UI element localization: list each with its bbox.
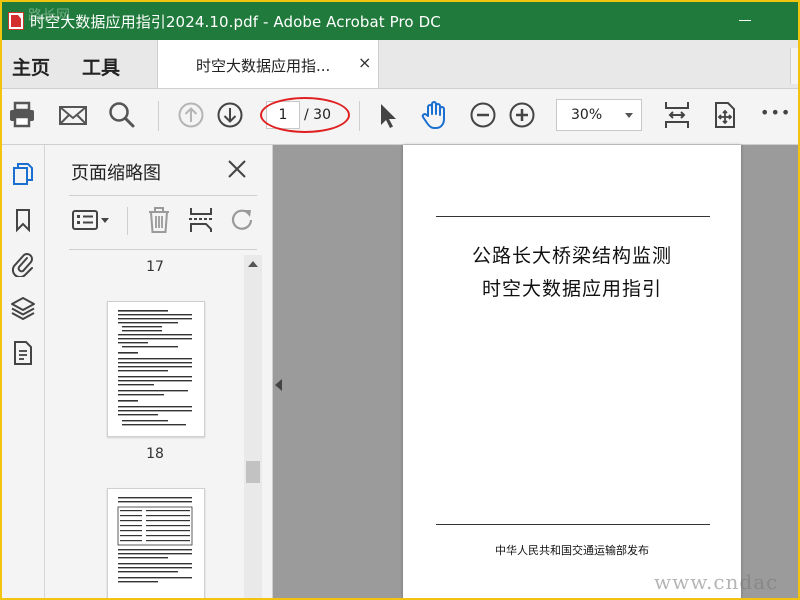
bottom-rule [436, 524, 710, 525]
nav-tools[interactable]: 工具 [82, 53, 120, 80]
scrollbar-thumb[interactable] [246, 461, 260, 483]
nav-home[interactable]: 主页 [12, 53, 50, 80]
app-window: 路长网 时空大数据应用指引2024.10.pdf - Adobe Acrobat… [2, 2, 798, 598]
thumbnail-page-17[interactable] [107, 301, 205, 437]
zoom-in-icon[interactable] [506, 99, 538, 131]
document-issuer: 中华人民共和国交通运输部发布 [495, 544, 649, 557]
bookmark-icon[interactable] [10, 207, 36, 233]
thumbnail-options-icon[interactable] [71, 205, 111, 235]
delete-icon[interactable] [144, 205, 174, 235]
tab-bar-edge [790, 48, 798, 84]
document-title-line-1: 公路长大桥梁结构监测 [471, 245, 672, 267]
panel-tool-separator [127, 207, 128, 235]
page-thumbnails-icon[interactable] [10, 161, 36, 187]
insert-page-icon[interactable] [186, 205, 216, 235]
tab-close-button[interactable]: × [358, 53, 371, 72]
hand-tool-icon[interactable] [418, 99, 450, 131]
document-title-line-2: 时空大数据应用指引 [481, 278, 662, 300]
collapse-panel-icon[interactable] [275, 379, 282, 391]
scroll-up-icon[interactable] [248, 261, 258, 267]
minimize-button[interactable] [722, 2, 768, 40]
rotate-view-icon[interactable] [709, 99, 741, 131]
email-icon[interactable] [57, 99, 89, 131]
thumbnail-label: 18 [146, 446, 164, 462]
tab-document[interactable]: 时空大数据应用指... × [157, 40, 379, 88]
thumbnail-label: 17 [146, 259, 164, 275]
page-down-icon[interactable] [214, 99, 246, 131]
toolbar-separator [359, 101, 360, 131]
panel-divider [69, 249, 257, 250]
red-annotation-ellipse [260, 97, 350, 133]
document-page: 公路长大桥梁结构监测 时空大数据应用指引 中华人民共和国交通运输部发布 [403, 145, 741, 598]
thumbnail-page-18-content [117, 497, 193, 583]
page-up-icon[interactable] [175, 99, 207, 131]
attachment-icon[interactable] [10, 251, 36, 277]
panel-title: 页面缩略图 [71, 163, 161, 184]
tab-document-label: 时空大数据应用指... [196, 57, 331, 75]
top-rule [436, 216, 710, 217]
zoom-select[interactable]: 30% [556, 99, 642, 131]
acrobat-app-icon [8, 12, 24, 30]
thumbnail-page-17-content [118, 310, 192, 426]
minimize-icon [739, 20, 751, 21]
chevron-down-icon [625, 113, 633, 118]
left-navigation-rail [2, 145, 45, 598]
more-icon[interactable]: ••• [760, 103, 791, 122]
search-icon[interactable] [106, 99, 138, 131]
panel-divider [69, 195, 257, 196]
watermark-bottom: www.cndac [654, 570, 779, 594]
fit-page-icon[interactable] [661, 99, 693, 131]
document-properties-icon[interactable] [10, 340, 36, 366]
select-cursor-icon[interactable] [372, 99, 404, 131]
zoom-value: 30% [571, 107, 603, 123]
thumbnail-scrollbar[interactable] [244, 255, 262, 598]
document-view[interactable]: 公路长大桥梁结构监测 时空大数据应用指引 中华人民共和国交通运输部发布 [273, 145, 798, 598]
thumbnail-list: 17 18 [69, 255, 241, 598]
main-toolbar: 1 / 30 30% ••• [2, 89, 798, 145]
page-thumbnails-panel: 页面缩略图 17 18 [45, 145, 273, 598]
layers-icon[interactable] [10, 295, 36, 321]
thumbnail-page-18[interactable] [107, 488, 205, 598]
print-icon[interactable] [6, 99, 38, 131]
zoom-out-icon[interactable] [467, 99, 499, 131]
title-bar: 路长网 时空大数据应用指引2024.10.pdf - Adobe Acrobat… [2, 2, 798, 40]
rotate-page-icon[interactable] [227, 205, 257, 235]
close-icon[interactable] [225, 157, 249, 181]
tab-bar: 主页 工具 时空大数据应用指... × [2, 40, 798, 89]
toolbar-separator [158, 101, 159, 131]
window-title: 时空大数据应用指引2024.10.pdf - Adobe Acrobat Pro… [30, 13, 441, 31]
